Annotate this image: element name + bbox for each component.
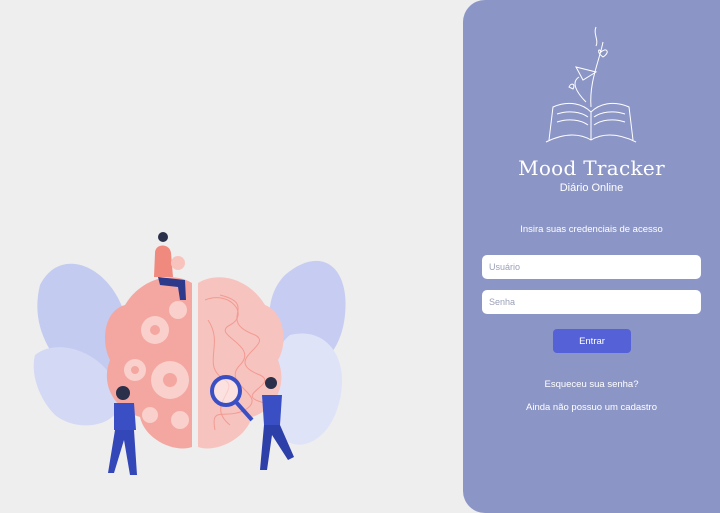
magnifier-icon <box>210 375 242 407</box>
book-logo-icon <box>545 26 637 143</box>
gear-icon <box>169 301 187 319</box>
forgot-password-link[interactable]: Esqueceu sua senha? <box>463 379 720 390</box>
app-subtitle: Diário Online <box>559 182 624 194</box>
signup-link[interactable]: Ainda não possuo um cadastro <box>463 402 720 413</box>
username-input[interactable] <box>482 255 701 279</box>
gear-icon <box>171 411 189 429</box>
login-instructions: Insira suas credenciais de acesso <box>520 224 663 235</box>
login-button[interactable]: Entrar <box>553 329 631 353</box>
gear-icon <box>142 407 158 423</box>
password-input[interactable] <box>482 290 701 314</box>
brain-illustration <box>33 232 346 475</box>
login-panel: Mood Tracker Diário Online Insira suas c… <box>463 0 720 513</box>
app-title: Mood Tracker <box>518 156 665 180</box>
